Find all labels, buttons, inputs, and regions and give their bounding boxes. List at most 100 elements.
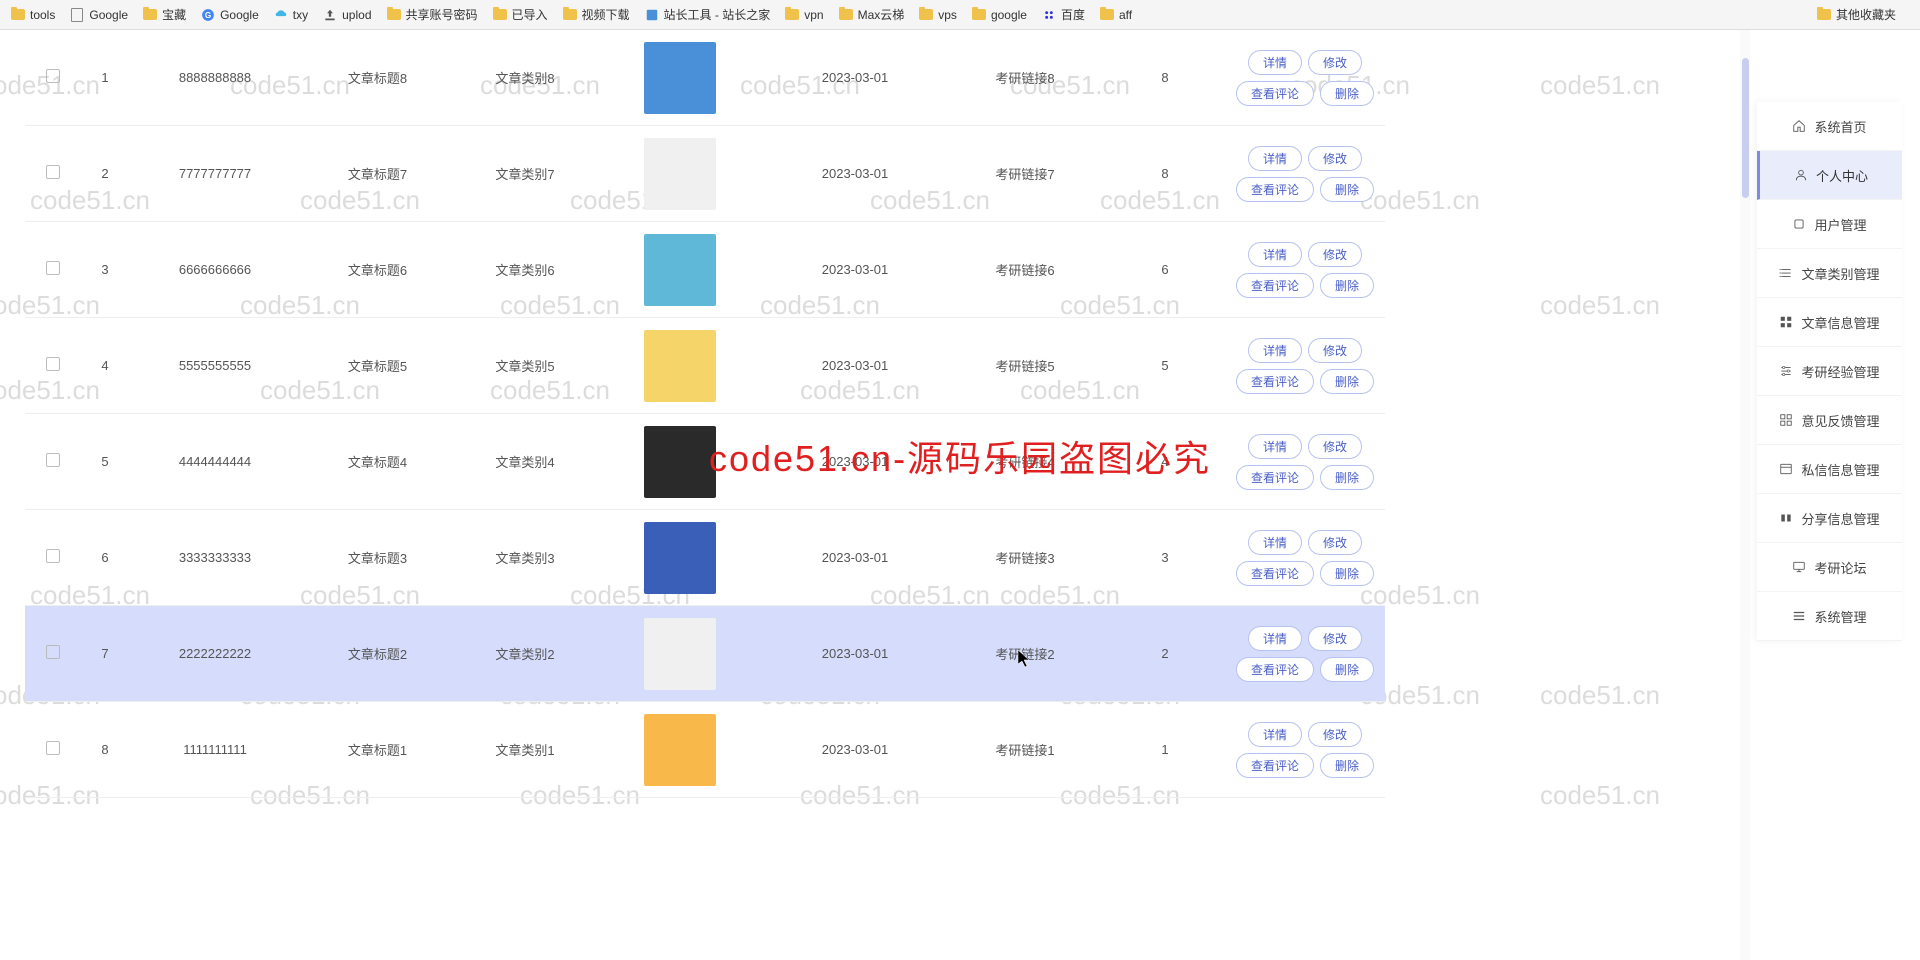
edit-button[interactable]: 修改 <box>1308 338 1362 363</box>
table-row[interactable]: 3 6666666666 文章标题6 文章类别6 2023-03-01 考研链接… <box>25 222 1385 318</box>
thumbnail-image[interactable] <box>644 714 716 786</box>
bookmark-item[interactable]: Max云梯 <box>838 6 905 23</box>
delete-button[interactable]: 删除 <box>1320 177 1374 202</box>
scrollbar-thumb[interactable] <box>1742 58 1749 198</box>
detail-button[interactable]: 详情 <box>1248 242 1302 267</box>
bookmark-item[interactable]: 视频下载 <box>562 6 630 23</box>
detail-button[interactable]: 详情 <box>1248 50 1302 75</box>
thumbnail-image[interactable] <box>644 138 716 210</box>
cell-date: 2023-03-01 <box>765 454 945 469</box>
edit-button[interactable]: 修改 <box>1308 626 1362 651</box>
menu-item-panel[interactable]: 私信信息管理 <box>1757 445 1902 494</box>
table-row[interactable]: 6 3333333333 文章标题3 文章类别3 2023-03-01 考研链接… <box>25 510 1385 606</box>
bookmark-item[interactable]: google <box>971 7 1027 23</box>
table-row[interactable]: 8 1111111111 文章标题1 文章类别1 2023-03-01 考研链接… <box>25 702 1385 798</box>
bookmark-label: google <box>991 8 1027 22</box>
menu-item-grid[interactable]: 文章信息管理 <box>1757 298 1902 347</box>
cell-category: 文章类别1 <box>455 740 595 759</box>
cell-operations: 详情 修改 查看评论 删除 <box>1225 626 1385 682</box>
main-area: code51.cncode51.cncode51.cncode51.cncode… <box>0 30 1920 960</box>
cell-category: 文章类别3 <box>455 548 595 567</box>
menu-item-settings[interactable]: 考研经验管理 <box>1757 347 1902 396</box>
table-row[interactable]: 5 4444444444 文章标题4 文章类别4 2023-03-01 考研链接… <box>25 414 1385 510</box>
folder-icon <box>10 7 26 23</box>
thumbnail-image[interactable] <box>644 618 716 690</box>
menu-item-home[interactable]: 系统首页 <box>1757 102 1902 151</box>
delete-button[interactable]: 删除 <box>1320 657 1374 682</box>
comments-button[interactable]: 查看评论 <box>1236 561 1314 586</box>
table-row[interactable]: 2 7777777777 文章标题7 文章类别7 2023-03-01 考研链接… <box>25 126 1385 222</box>
bookmark-item[interactable]: 共享账号密码 <box>386 6 478 23</box>
cell-title: 文章标题8 <box>300 68 455 87</box>
menu-item-grid2[interactable]: 意见反馈管理 <box>1757 396 1902 445</box>
delete-button[interactable]: 删除 <box>1320 81 1374 106</box>
detail-button[interactable]: 详情 <box>1248 338 1302 363</box>
delete-button[interactable]: 删除 <box>1320 369 1374 394</box>
comments-button[interactable]: 查看评论 <box>1236 465 1314 490</box>
bookmark-item[interactable]: txy <box>273 7 308 23</box>
delete-button[interactable]: 删除 <box>1320 561 1374 586</box>
cell-image <box>595 138 765 210</box>
table-row[interactable]: 4 5555555555 文章标题5 文章类别5 2023-03-01 考研链接… <box>25 318 1385 414</box>
bookmark-item[interactable]: Google <box>69 7 128 23</box>
comments-button[interactable]: 查看评论 <box>1236 657 1314 682</box>
menu-item-menu[interactable]: 系统管理 <box>1757 592 1902 641</box>
edit-button[interactable]: 修改 <box>1308 146 1362 171</box>
bookmark-item[interactable]: tools <box>10 7 55 23</box>
bookmark-item[interactable]: 已导入 <box>492 6 548 23</box>
comments-button[interactable]: 查看评论 <box>1236 273 1314 298</box>
edit-button[interactable]: 修改 <box>1308 50 1362 75</box>
edit-button[interactable]: 修改 <box>1308 434 1362 459</box>
checkbox[interactable] <box>46 357 60 371</box>
bookmark-item[interactable]: uplod <box>322 7 371 23</box>
delete-button[interactable]: 删除 <box>1320 753 1374 778</box>
bookmark-label: Google <box>89 8 128 22</box>
comments-button[interactable]: 查看评论 <box>1236 177 1314 202</box>
bookmark-item[interactable]: GGoogle <box>200 7 259 23</box>
checkbox[interactable] <box>46 741 60 755</box>
checkbox[interactable] <box>46 453 60 467</box>
comments-button[interactable]: 查看评论 <box>1236 369 1314 394</box>
bookmark-label: vps <box>938 8 957 22</box>
bookmark-other[interactable]: 其他收藏夹 <box>1816 6 1896 23</box>
checkbox[interactable] <box>46 69 60 83</box>
checkbox[interactable] <box>46 261 60 275</box>
bookmark-item[interactable]: 站长工具 - 站长之家 <box>644 6 771 23</box>
edit-button[interactable]: 修改 <box>1308 722 1362 747</box>
bookmark-item[interactable]: vps <box>918 7 957 23</box>
checkbox[interactable] <box>46 645 60 659</box>
menu-item-monitor[interactable]: 考研论坛 <box>1757 543 1902 592</box>
detail-button[interactable]: 详情 <box>1248 626 1302 651</box>
edit-button[interactable]: 修改 <box>1308 530 1362 555</box>
table-row[interactable]: 7 2222222222 文章标题2 文章类别2 2023-03-01 考研链接… <box>25 606 1385 702</box>
bookmark-item[interactable]: 百度 <box>1041 6 1085 23</box>
detail-button[interactable]: 详情 <box>1248 434 1302 459</box>
comments-button[interactable]: 查看评论 <box>1236 753 1314 778</box>
thumbnail-image[interactable] <box>644 234 716 306</box>
scrollbar-track[interactable] <box>1740 30 1750 960</box>
thumbnail-image[interactable] <box>644 522 716 594</box>
edit-button[interactable]: 修改 <box>1308 242 1362 267</box>
thumbnail-image[interactable] <box>644 426 716 498</box>
delete-button[interactable]: 删除 <box>1320 465 1374 490</box>
detail-button[interactable]: 详情 <box>1248 530 1302 555</box>
delete-button[interactable]: 删除 <box>1320 273 1374 298</box>
menu-item-users[interactable]: 用户管理 <box>1757 200 1902 249</box>
menu-item-list[interactable]: 文章类别管理 <box>1757 249 1902 298</box>
upload-icon <box>322 7 338 23</box>
comments-button[interactable]: 查看评论 <box>1236 81 1314 106</box>
cell-checkbox <box>25 645 80 662</box>
bookmark-item[interactable]: vpn <box>784 7 823 23</box>
list-icon <box>1779 266 1793 280</box>
bookmark-item[interactable]: aff <box>1099 7 1132 23</box>
detail-button[interactable]: 详情 <box>1248 146 1302 171</box>
checkbox[interactable] <box>46 165 60 179</box>
thumbnail-image[interactable] <box>644 330 716 402</box>
checkbox[interactable] <box>46 549 60 563</box>
menu-item-share[interactable]: 分享信息管理 <box>1757 494 1902 543</box>
menu-item-user[interactable]: 个人中心 <box>1757 151 1902 200</box>
table-row[interactable]: 1 8888888888 文章标题8 文章类别8 2023-03-01 考研链接… <box>25 30 1385 126</box>
bookmark-item[interactable]: 宝藏 <box>142 6 186 23</box>
thumbnail-image[interactable] <box>644 42 716 114</box>
detail-button[interactable]: 详情 <box>1248 722 1302 747</box>
